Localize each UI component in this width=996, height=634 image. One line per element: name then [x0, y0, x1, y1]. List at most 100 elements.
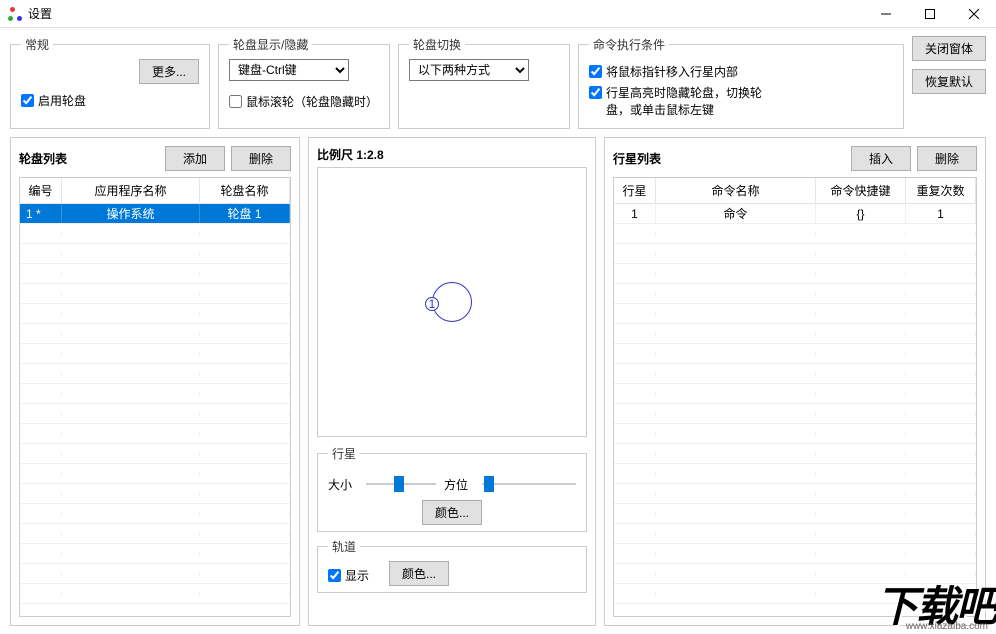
- insert-button[interactable]: 插入: [851, 146, 911, 171]
- cond1-label: 将鼠标指针移入行星内部: [606, 63, 738, 80]
- planet-circle: 1: [425, 297, 439, 311]
- table-row[interactable]: [614, 544, 976, 564]
- table-row[interactable]: [614, 484, 976, 504]
- table-row[interactable]: [614, 424, 976, 444]
- enable-wheel-row[interactable]: 启用轮盘: [21, 92, 199, 109]
- table-row[interactable]: [614, 344, 976, 364]
- table-row[interactable]: [20, 344, 290, 364]
- orbit-show-checkbox[interactable]: [328, 569, 341, 582]
- scroll-checkbox[interactable]: [229, 95, 242, 108]
- table-row[interactable]: 1 命令 {} 1: [614, 204, 976, 224]
- table-row[interactable]: [20, 524, 290, 544]
- table-row[interactable]: [614, 264, 976, 284]
- table-row[interactable]: [20, 544, 290, 564]
- legend-planet: 行星: [328, 445, 360, 462]
- table-row[interactable]: [614, 464, 976, 484]
- wheel-table: 编号 应用程序名称 轮盘名称 1 * 操作系统 轮盘 1: [19, 177, 291, 617]
- fieldset-planet: 行星 大小 方位 颜色...: [317, 445, 587, 532]
- table-row[interactable]: [614, 304, 976, 324]
- col-cmd[interactable]: 命令名称: [656, 178, 816, 204]
- table-row[interactable]: [20, 364, 290, 384]
- close-window-button[interactable]: 关闭窗体: [912, 36, 986, 61]
- cell-planet: 1: [614, 205, 656, 223]
- scroll-label: 鼠标滚轮（轮盘隐藏时）: [246, 93, 378, 110]
- size-slider[interactable]: [366, 474, 436, 494]
- delete-planet-button[interactable]: 删除: [917, 146, 977, 171]
- preview-panel: 比例尺 1:2.8 1 行星 大小 方位 颜色... 轨道: [308, 137, 596, 626]
- cell-key: {}: [816, 205, 906, 223]
- wheel-preview: 1: [317, 167, 587, 437]
- orbit-circle: 1: [432, 282, 472, 322]
- table-row[interactable]: [20, 264, 290, 284]
- cell-wheel: 轮盘 1: [200, 203, 290, 224]
- fieldset-orbit: 轨道 显示 颜色...: [317, 538, 587, 593]
- app-icon: [8, 7, 22, 21]
- table-row[interactable]: [20, 324, 290, 344]
- col-wheel[interactable]: 轮盘名称: [200, 178, 290, 204]
- delete-wheel-button[interactable]: 删除: [231, 146, 291, 171]
- table-row[interactable]: [20, 224, 290, 244]
- switch-select[interactable]: 以下两种方式: [409, 59, 529, 81]
- legend-display: 轮盘显示/隐藏: [229, 36, 312, 53]
- cond2-checkbox[interactable]: [589, 86, 602, 99]
- display-select[interactable]: 键盘-Ctrl键: [229, 59, 349, 81]
- add-button[interactable]: 添加: [165, 146, 225, 171]
- legend-orbit: 轨道: [328, 538, 360, 555]
- table-row[interactable]: [614, 284, 976, 304]
- size-label: 大小: [328, 476, 358, 493]
- col-app[interactable]: 应用程序名称: [62, 178, 200, 204]
- scale-label: 比例尺 1:2.8: [317, 146, 587, 163]
- minimize-button[interactable]: [864, 0, 908, 28]
- table-row[interactable]: [20, 504, 290, 524]
- orbit-show-label: 显示: [345, 567, 369, 584]
- cond1-row[interactable]: 将鼠标指针移入行星内部: [589, 63, 893, 80]
- table-row[interactable]: [614, 364, 976, 384]
- pos-label: 方位: [444, 476, 474, 493]
- cond2-row[interactable]: 行星高亮时隐藏轮盘，切换轮盘，或单击鼠标左键: [589, 84, 893, 118]
- legend-switch: 轮盘切换: [409, 36, 465, 53]
- table-row[interactable]: [20, 384, 290, 404]
- table-row[interactable]: [614, 224, 976, 244]
- table-row[interactable]: [614, 444, 976, 464]
- orbit-show-row[interactable]: 显示: [328, 567, 369, 584]
- planet-color-button[interactable]: 颜色...: [422, 500, 482, 525]
- scroll-row[interactable]: 鼠标滚轮（轮盘隐藏时）: [229, 93, 379, 110]
- table-row[interactable]: [614, 504, 976, 524]
- maximize-button[interactable]: [908, 0, 952, 28]
- table-row[interactable]: [614, 324, 976, 344]
- cond2-label: 行星高亮时隐藏轮盘，切换轮盘，或单击鼠标左键: [606, 84, 766, 118]
- table-row[interactable]: [20, 284, 290, 304]
- close-button[interactable]: [952, 0, 996, 28]
- table-row[interactable]: [614, 524, 976, 544]
- col-planet[interactable]: 行星: [614, 178, 656, 204]
- fieldset-switch: 轮盘切换 以下两种方式: [398, 36, 570, 129]
- table-row[interactable]: [20, 464, 290, 484]
- col-key[interactable]: 命令快捷键: [816, 178, 906, 204]
- pos-slider[interactable]: [482, 474, 576, 494]
- col-id[interactable]: 编号: [20, 178, 62, 204]
- table-row[interactable]: [614, 384, 976, 404]
- table-row[interactable]: [20, 444, 290, 464]
- cond1-checkbox[interactable]: [589, 65, 602, 78]
- enable-wheel-checkbox[interactable]: [21, 94, 34, 107]
- table-row[interactable]: [20, 424, 290, 444]
- watermark-url: www.xiazaiba.com: [906, 621, 988, 632]
- restore-default-button[interactable]: 恢复默认: [912, 69, 986, 94]
- table-row[interactable]: [20, 564, 290, 584]
- table-row[interactable]: [20, 584, 290, 604]
- more-button[interactable]: 更多...: [139, 59, 199, 84]
- table-row[interactable]: [614, 404, 976, 424]
- table-row[interactable]: 1 * 操作系统 轮盘 1: [20, 204, 290, 224]
- titlebar: 设置: [0, 0, 996, 28]
- table-row[interactable]: [20, 404, 290, 424]
- orbit-color-button[interactable]: 颜色...: [389, 561, 449, 586]
- wheel-list-title: 轮盘列表: [19, 150, 159, 167]
- table-row[interactable]: [20, 484, 290, 504]
- col-repeat[interactable]: 重复次数: [906, 178, 976, 204]
- planet-list-title: 行星列表: [613, 150, 845, 167]
- table-row[interactable]: [20, 244, 290, 264]
- table-row[interactable]: [20, 304, 290, 324]
- table-row[interactable]: [614, 244, 976, 264]
- window-controls: [864, 0, 996, 28]
- planet-table: 行星 命令名称 命令快捷键 重复次数 1 命令 {} 1: [613, 177, 977, 617]
